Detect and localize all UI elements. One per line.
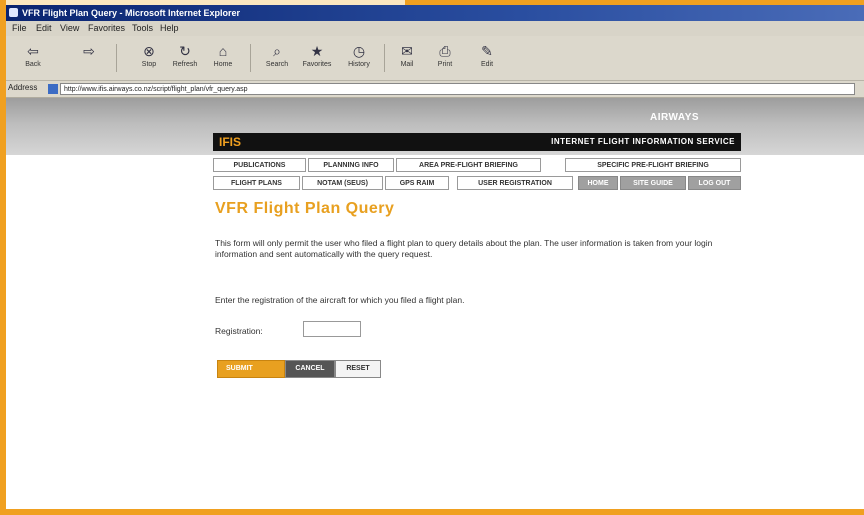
window-titlebar: VFR Flight Plan Query - Microsoft Intern… — [6, 5, 864, 21]
tab-area-briefing[interactable]: AREA PRE-FLIGHT BRIEFING — [396, 158, 541, 172]
toolbar: ⇦ Back ⇨ ⊗ Stop ↻ Refresh ⌂ Home ⌕ Searc… — [6, 36, 864, 81]
edit-icon: ✎ — [481, 43, 493, 59]
registration-input[interactable] — [303, 321, 361, 337]
refresh-button[interactable]: ↻ Refresh — [170, 42, 200, 76]
ifis-banner: IFIS INTERNET FLIGHT INFORMATION SERVICE — [213, 133, 741, 151]
toolbar-separator — [384, 44, 385, 72]
instruction-text: Enter the registration of the aircraft f… — [215, 295, 465, 305]
tab-site-guide[interactable]: SITE GUIDE — [620, 176, 686, 190]
back-icon: ⇦ — [27, 43, 39, 59]
stop-button[interactable]: ⊗ Stop — [134, 42, 164, 76]
tab-flight-plans[interactable]: FLIGHT PLANS — [213, 176, 300, 190]
mail-icon: ✉ — [401, 43, 413, 59]
page-title: VFR Flight Plan Query — [215, 200, 395, 217]
window-title: VFR Flight Plan Query - Microsoft Intern… — [22, 8, 241, 18]
registration-label: Registration: — [215, 326, 263, 336]
back-button[interactable]: ⇦ Back — [18, 42, 48, 76]
search-icon: ⌕ — [273, 43, 281, 59]
address-bar: Address http://www.ifis.airways.co.nz/sc… — [6, 81, 864, 98]
ifis-logo[interactable]: IFIS — [219, 135, 241, 149]
cancel-button[interactable]: CANCEL — [285, 360, 335, 378]
address-label: Address — [8, 83, 38, 92]
forward-button[interactable]: ⇨ — [74, 42, 104, 76]
refresh-icon: ↻ — [179, 43, 191, 59]
home-icon: ⌂ — [218, 43, 228, 59]
history-button[interactable]: ◷ History — [344, 42, 374, 76]
favorites-button[interactable]: ★ Favorites — [302, 42, 332, 76]
menu-help[interactable]: Help — [160, 23, 179, 33]
menu-bar: File Edit View Favorites Tools Help — [6, 21, 864, 36]
menu-favorites[interactable]: Favorites — [88, 23, 125, 33]
menu-edit[interactable]: Edit — [36, 23, 52, 33]
forward-icon: ⇨ — [83, 43, 95, 59]
print-icon: ⎙ — [439, 43, 451, 59]
ifis-subtitle: INTERNET FLIGHT INFORMATION SERVICE — [551, 137, 735, 146]
tab-notam[interactable]: NOTAM (SEUS) — [302, 176, 383, 190]
toolbar-separator — [116, 44, 117, 72]
toolbar-separator — [250, 44, 251, 72]
tab-home[interactable]: HOME — [578, 176, 618, 190]
tab-specific-briefing[interactable]: SPECIFIC PRE-FLIGHT BRIEFING — [565, 158, 741, 172]
tab-publications[interactable]: PUBLICATIONS — [213, 158, 306, 172]
mail-button[interactable]: ✉ Mail — [392, 42, 422, 76]
home-button[interactable]: ⌂ Home — [208, 42, 238, 76]
page-icon — [48, 84, 58, 94]
address-input[interactable]: http://www.ifis.airways.co.nz/script/fli… — [60, 83, 855, 95]
frame-bottom — [0, 509, 864, 515]
submit-button[interactable]: SUBMIT — [217, 360, 285, 378]
tab-log-out[interactable]: LOG OUT — [688, 176, 741, 190]
menu-tools[interactable]: Tools — [132, 23, 153, 33]
intro-text: This form will only permit the user who … — [215, 238, 713, 259]
print-button[interactable]: ⎙ Print — [430, 42, 460, 76]
history-icon: ◷ — [352, 43, 366, 59]
ie-icon — [9, 8, 18, 17]
tab-planning-info[interactable]: PLANNING INFO — [308, 158, 394, 172]
reset-button[interactable]: RESET — [335, 360, 381, 378]
menu-view[interactable]: View — [60, 23, 79, 33]
menu-file[interactable]: File — [12, 23, 27, 33]
airways-logo: AIRWAYS — [650, 112, 700, 123]
edit-button[interactable]: ✎ Edit — [472, 42, 502, 76]
favorites-icon: ★ — [310, 43, 324, 59]
tab-gps-raim[interactable]: GPS RAIM — [385, 176, 449, 190]
tab-user-registration[interactable]: USER REGISTRATION — [457, 176, 573, 190]
stop-icon: ⊗ — [143, 43, 155, 59]
search-button[interactable]: ⌕ Search — [262, 42, 292, 76]
